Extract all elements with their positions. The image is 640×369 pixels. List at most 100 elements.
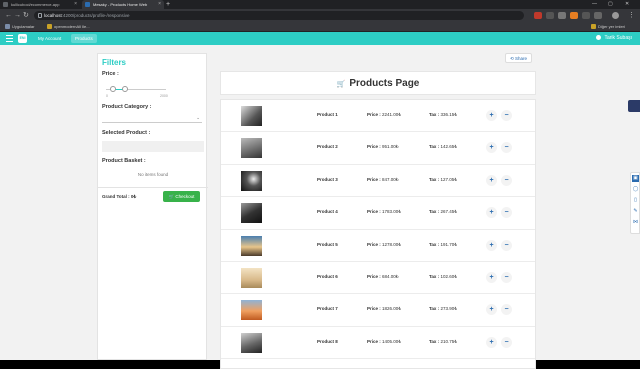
remove-from-basket-button[interactable]: −: [501, 272, 512, 283]
add-to-basket-button[interactable]: +: [486, 142, 497, 154]
product-name: Product 4: [317, 209, 338, 215]
extension-icon[interactable]: [570, 12, 578, 19]
new-tab-button[interactable]: +: [166, 0, 170, 9]
reload-icon[interactable]: ↻: [23, 10, 29, 21]
hamburger-menu-icon[interactable]: [6, 35, 13, 42]
tax-prefix: Tax :: [429, 274, 440, 279]
price-range-slider[interactable]: [106, 86, 166, 92]
user-menu[interactable]: Tarik Subaşı: [596, 32, 632, 45]
grand-total: Grand Total : 0₺: [102, 194, 137, 199]
tax-prefix: Tax :: [429, 112, 440, 117]
product-row: Product 1 Price : 2241.00₺ Tax : 336.15₺ + −: [221, 100, 535, 133]
info-icon: [38, 13, 42, 18]
add-to-basket-button[interactable]: +: [486, 239, 497, 251]
checkout-label: Checkout: [175, 194, 195, 199]
add-to-basket-button[interactable]: +: [486, 207, 497, 219]
price-min-handle[interactable]: [110, 86, 116, 92]
page-title: Products Page: [349, 78, 420, 89]
checkout-button[interactable]: 🛒 Checkout: [163, 191, 200, 202]
add-to-basket-button[interactable]: +: [486, 110, 497, 121]
menu-icon[interactable]: ⋮: [628, 10, 635, 21]
extension-icon[interactable]: [582, 12, 590, 19]
minimize-button[interactable]: —: [592, 0, 597, 9]
product-price: Price : 2241.00₺: [367, 112, 401, 118]
remove-from-basket-button[interactable]: −: [501, 239, 512, 251]
tab-strip: kullicuboci/ecommerce-app × Mesaky - Pro…: [0, 0, 640, 9]
remove-from-basket-button[interactable]: −: [501, 110, 512, 121]
cart-icon: 🛒: [336, 81, 346, 88]
remove-from-basket-button[interactable]: −: [501, 304, 512, 316]
product-image: [241, 170, 262, 191]
bookmark-folder[interactable]: openmodernAll Ile...: [46, 22, 90, 31]
tax-value: 267.45₺: [440, 209, 458, 215]
remove-from-basket-button[interactable]: −: [501, 174, 512, 186]
price-max-handle[interactable]: [122, 86, 128, 92]
add-to-basket-button[interactable]: +: [486, 272, 497, 283]
browser-tab-github[interactable]: kullicuboci/ecommerce-app ×: [0, 0, 80, 9]
remove-from-basket-button[interactable]: −: [501, 336, 512, 348]
profile-avatar-icon[interactable]: [612, 12, 619, 19]
app-logo[interactable]: ENI: [18, 34, 27, 43]
product-tax: Tax : 142.65₺: [429, 144, 457, 150]
product-tax: Tax : 127.05₺: [429, 177, 457, 183]
tax-prefix: Tax :: [429, 306, 440, 312]
tax-value: 191.70₺: [440, 241, 458, 247]
price-value: 2241.00₺: [382, 112, 402, 117]
product-name: Product 7: [317, 306, 338, 312]
tax-value: 102.60₺: [440, 274, 458, 279]
tax-value: 336.15₺: [440, 112, 458, 117]
extension-icon[interactable]: [534, 12, 542, 19]
product-list: Product 1 Price : 2241.00₺ Tax : 336.15₺ + −…: [220, 99, 536, 369]
product-price: Price : 951.00₺: [367, 144, 399, 150]
add-to-basket-button[interactable]: +: [486, 174, 497, 186]
edit-icon[interactable]: ✎: [632, 208, 639, 215]
other-bookmarks[interactable]: Diğer yer imleri: [590, 22, 625, 31]
tab-label: Mesaky - Products Home Web: [93, 2, 148, 7]
product-row: Product 2 Price : 951.00₺ Tax : 142.65₺ + −: [221, 132, 535, 165]
product-image: [241, 332, 262, 353]
price-max-value: 2000: [160, 94, 168, 98]
mobile-icon[interactable]: ▯: [632, 197, 639, 204]
comment-icon[interactable]: ◯: [632, 186, 639, 193]
close-tab-icon[interactable]: ×: [74, 0, 77, 9]
remove-from-basket-button[interactable]: −: [501, 207, 512, 219]
maximize-button[interactable]: ▢: [608, 0, 613, 9]
add-to-basket-button[interactable]: +: [486, 336, 497, 348]
product-price: Price : 1783.00₺: [367, 209, 401, 215]
nav-my-account[interactable]: My Account: [34, 34, 65, 43]
browser-chrome: kullicuboci/ecommerce-app × Mesaky - Pro…: [0, 0, 640, 32]
forward-icon[interactable]: →: [14, 10, 21, 21]
share-button[interactable]: ⟲ Share: [504, 53, 532, 63]
tax-prefix: Tax :: [429, 176, 440, 182]
basket-label: Product Basket :: [102, 158, 146, 164]
extension-icon[interactable]: [546, 12, 554, 19]
add-to-basket-button[interactable]: +: [486, 304, 497, 316]
remove-from-basket-button[interactable]: −: [501, 142, 512, 154]
page-header: 🛒 Products Page: [220, 71, 536, 95]
price-value: 684.00₺: [382, 274, 399, 279]
close-window-button[interactable]: ✕: [625, 0, 629, 9]
category-label: Product Category :: [102, 104, 152, 110]
product-price: Price : 1405.00₺: [367, 339, 401, 345]
nav-products[interactable]: Products: [71, 34, 97, 43]
browser-tab-products[interactable]: Mesaky - Products Home Web ×: [82, 0, 164, 9]
category-select[interactable]: ⌄: [102, 114, 202, 123]
price-value: 1826.00₺: [382, 306, 402, 312]
browser-toolbar: ← → ↻ localhost:4200/products/profile-/r…: [0, 9, 640, 22]
side-tool-icon[interactable]: ▣: [632, 175, 639, 182]
chat-widget-icon[interactable]: [628, 100, 640, 112]
tax-prefix: Tax :: [429, 241, 440, 247]
extension-icon[interactable]: [594, 12, 602, 19]
page-content: Filters Price : 0 2000 Product Category …: [0, 45, 640, 369]
product-row: Product 3 Price : 847.00₺ Tax : 127.05₺ + −: [221, 165, 535, 198]
price-prefix: Price :: [367, 209, 381, 215]
bookmark-apps[interactable]: Uygulamalar: [4, 22, 34, 31]
tab-label: kullicuboci/ecommerce-app: [11, 2, 60, 7]
product-image: [241, 106, 262, 126]
back-icon[interactable]: ←: [5, 10, 12, 21]
app-navbar: ENI My Account Products Tarik Subaşı: [0, 32, 640, 45]
address-bar[interactable]: localhost:4200/products/profile-/respons…: [34, 11, 524, 20]
extension-icon[interactable]: [558, 12, 566, 19]
close-tab-icon[interactable]: ×: [158, 0, 161, 9]
share-alt-icon[interactable]: ⋈: [632, 219, 639, 226]
